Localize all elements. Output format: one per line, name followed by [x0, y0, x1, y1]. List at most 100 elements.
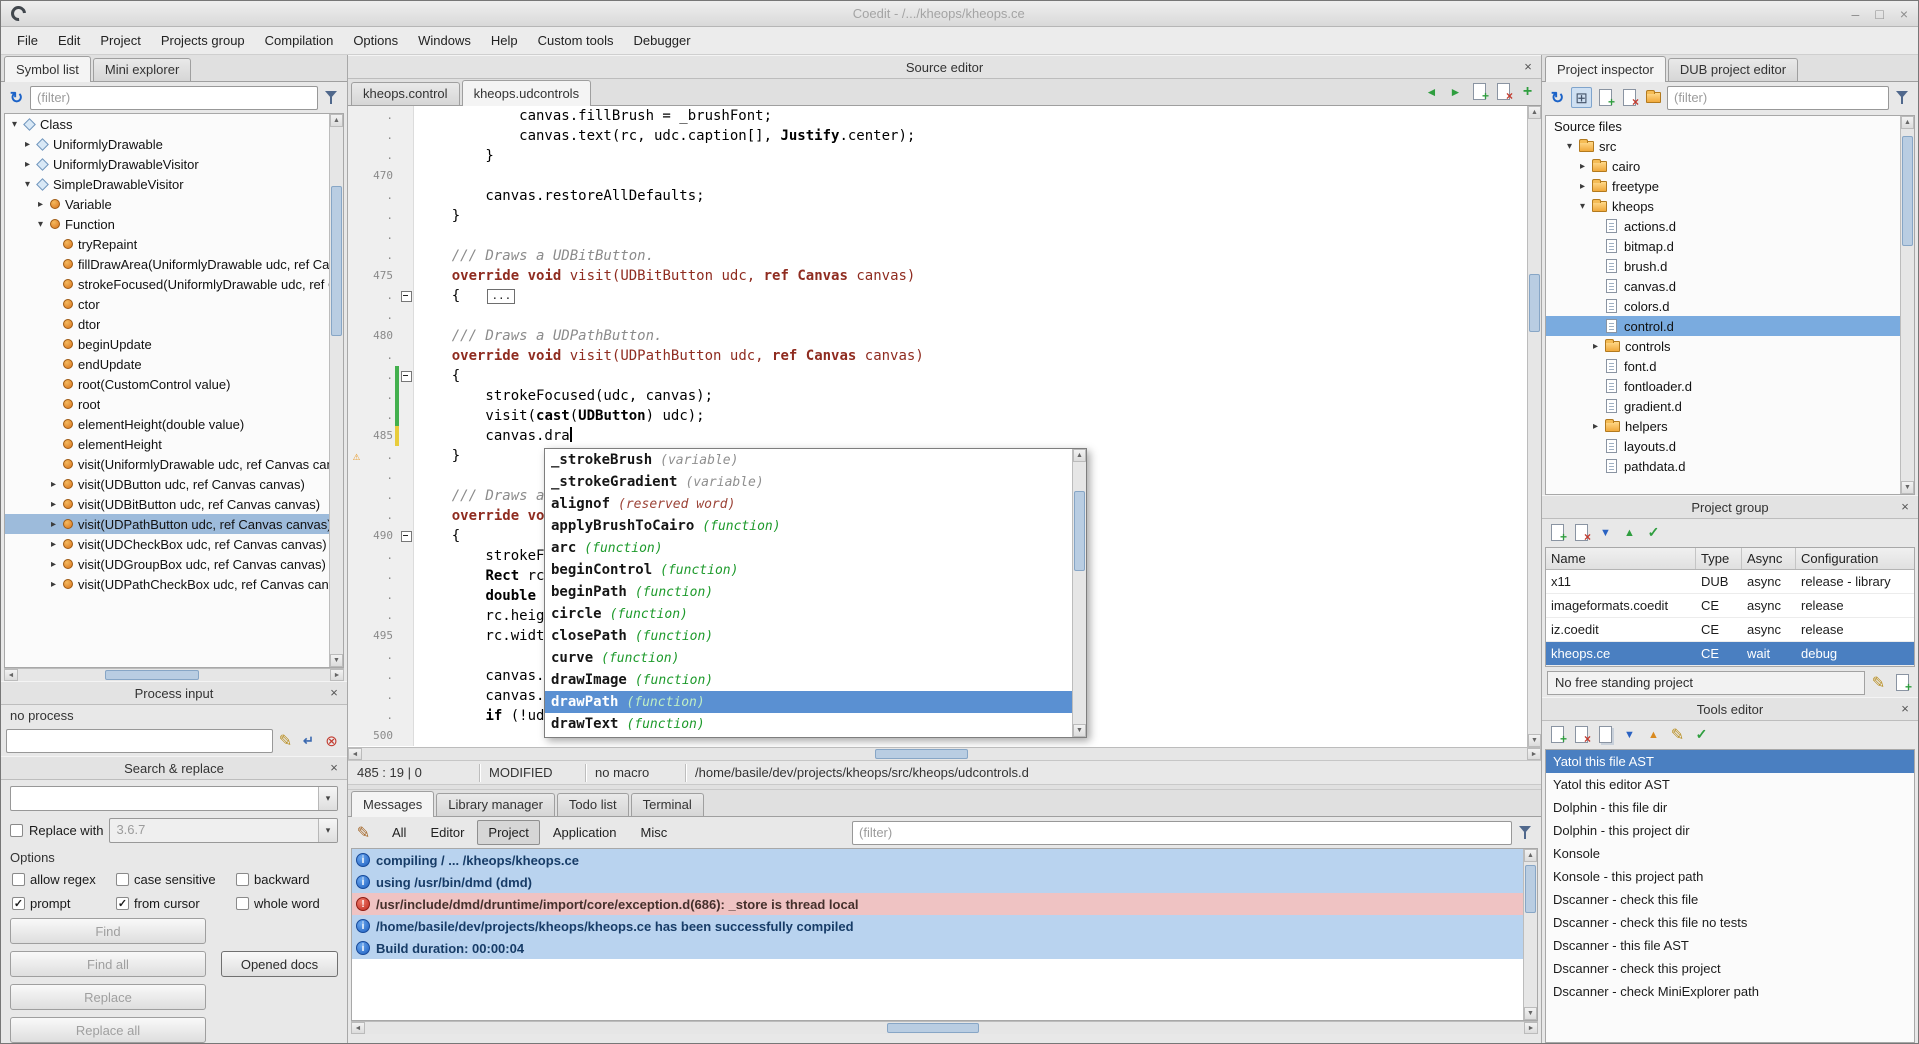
tab-messages[interactable]: Messages — [351, 791, 434, 817]
completion-item-closepath[interactable]: closePath(function) — [545, 625, 1072, 647]
folder-icon[interactable] — [1643, 87, 1664, 108]
go-back-icon[interactable] — [1421, 81, 1442, 102]
symbol-item-elementheight[interactable]: elementHeight — [5, 434, 329, 454]
refresh-project-icon[interactable] — [1547, 87, 1568, 108]
file-item-canvas-d[interactable]: canvas.d — [1546, 276, 1900, 296]
remove-file-icon[interactable] — [1619, 87, 1640, 108]
scroll-right-icon[interactable] — [1524, 1022, 1538, 1034]
file-item-gradient-d[interactable]: gradient.d — [1546, 396, 1900, 416]
scroll-right-icon[interactable] — [330, 669, 344, 681]
edit-tool-icon[interactable] — [1667, 724, 1688, 745]
tab-terminal[interactable]: Terminal — [631, 793, 704, 816]
completion-item-begincontrol[interactable]: beginControl(function) — [545, 559, 1072, 581]
project-row-kheops-ce[interactable]: kheops.ceCEwaitdebug — [1546, 642, 1914, 666]
file-item-bitmap-d[interactable]: bitmap.d — [1546, 236, 1900, 256]
code-line[interactable]: . — [348, 226, 1526, 246]
file-item-src[interactable]: src — [1546, 136, 1900, 156]
scroll-down-icon[interactable] — [1073, 724, 1086, 737]
message-row[interactable]: /usr/include/dmd/druntime/import/core/ex… — [352, 893, 1523, 915]
scroll-track[interactable] — [365, 1022, 1524, 1034]
code-line[interactable]: . — [348, 306, 1526, 326]
edit-project-icon[interactable] — [1868, 672, 1889, 693]
symbol-item-visit-udpathcheckbox-udc[interactable]: visit(UDPathCheckBox udc, ref Canvas can… — [5, 574, 329, 594]
scroll-down-icon[interactable] — [1528, 734, 1541, 747]
expand-arrow-icon[interactable] — [47, 479, 60, 490]
tool-item-yatol-this-file-ast[interactable]: Yatol this file AST — [1546, 750, 1914, 773]
code-line[interactable]: . visit(cast(UDButton) udc); — [348, 406, 1526, 426]
menu-item-debugger[interactable]: Debugger — [624, 28, 701, 53]
scroll-up-icon[interactable] — [1073, 449, 1086, 462]
checkbox-backward[interactable] — [236, 873, 249, 886]
symbol-item-tryrepaint[interactable]: tryRepaint — [5, 234, 329, 254]
tool-item-konsole[interactable]: Konsole — [1546, 842, 1914, 865]
message-row[interactable]: Build duration: 00:00:04 — [352, 937, 1523, 959]
find-button[interactable]: Find — [10, 918, 206, 944]
collapse-arrow-icon[interactable] — [34, 219, 47, 230]
column-type[interactable]: Type — [1696, 548, 1742, 569]
expand-arrow-icon[interactable] — [1576, 161, 1589, 172]
code-line[interactable]: 485 canvas.dra — [348, 426, 1526, 446]
project-row-imageformats-coedit[interactable]: imageformats.coeditCEasyncrelease — [1546, 594, 1914, 618]
scroll-up-icon[interactable] — [1901, 116, 1914, 129]
scroll-down-icon[interactable] — [330, 654, 343, 667]
symbol-item-uniformlydrawablevisitor[interactable]: UniformlyDrawableVisitor — [5, 154, 329, 174]
tool-item-yatol-this-editor-ast[interactable]: Yatol this editor AST — [1546, 773, 1914, 796]
scroll-thumb[interactable] — [1902, 136, 1913, 246]
scroll-thumb[interactable] — [887, 1023, 980, 1033]
close-icon[interactable] — [1900, 6, 1908, 22]
tab-project-inspector[interactable]: Project inspector — [1545, 56, 1666, 82]
symbol-item-endupdate[interactable]: endUpdate — [5, 354, 329, 374]
file-item-colors-d[interactable]: colors.d — [1546, 296, 1900, 316]
column-name[interactable]: Name — [1546, 548, 1696, 569]
symbol-item-ctor[interactable]: ctor — [5, 294, 329, 314]
file-item-layouts-d[interactable]: layouts.d — [1546, 436, 1900, 456]
symbol-item-elementheight-double-value[interactable]: elementHeight(double value) — [5, 414, 329, 434]
code-line[interactable]: 470 — [348, 166, 1526, 186]
scroll-track[interactable] — [362, 748, 1527, 760]
find-all-button[interactable]: Find all — [10, 951, 206, 977]
tool-item-dscanner-check-this-project[interactable]: Dscanner - check this project — [1546, 957, 1914, 980]
messages-filter-icon[interactable] — [1515, 822, 1536, 843]
collapse-arrow-icon[interactable] — [8, 119, 21, 130]
checkbox-allow-regex[interactable] — [12, 873, 25, 886]
opened-docs-button[interactable]: Opened docs — [221, 951, 338, 977]
option-prompt[interactable]: prompt — [12, 896, 116, 911]
completion-item-drawtext[interactable]: drawText(function) — [545, 713, 1072, 735]
symbol-item-uniformlydrawable[interactable]: UniformlyDrawable — [5, 134, 329, 154]
project-row-x11[interactable]: x11DUBasyncrelease - library — [1546, 570, 1914, 594]
filter-application[interactable]: Application — [542, 820, 628, 845]
filter-editor[interactable]: Editor — [419, 820, 475, 845]
process-input-field[interactable] — [6, 729, 273, 753]
menu-item-file[interactable]: File — [7, 28, 48, 53]
close-tools-editor-icon[interactable] — [1897, 702, 1913, 718]
symbol-item-strokefocused-uniformlydra[interactable]: strokeFocused(UniformlyDrawable udc, ref… — [5, 274, 329, 294]
symbol-item-beginupdate[interactable]: beginUpdate — [5, 334, 329, 354]
scroll-left-icon[interactable] — [351, 1022, 365, 1034]
menu-item-custom-tools[interactable]: Custom tools — [528, 28, 624, 53]
scroll-down-icon[interactable] — [1524, 1007, 1537, 1020]
expand-arrow-icon[interactable] — [21, 139, 34, 150]
symbol-item-class[interactable]: Class — [5, 114, 329, 134]
menu-item-projects-group[interactable]: Projects group — [151, 28, 255, 53]
symbol-item-visit-udpathbutton-udc-re[interactable]: visit(UDPathButton udc, ref Canvas canva… — [5, 514, 329, 534]
chevron-down-icon[interactable] — [318, 787, 337, 810]
code-line[interactable]: . } — [348, 146, 1526, 166]
file-item-fontloader-d[interactable]: fontloader.d — [1546, 376, 1900, 396]
completion-item-circle[interactable]: circle(function) — [545, 603, 1072, 625]
run-tool-icon[interactable] — [1691, 724, 1712, 745]
message-row[interactable]: using /usr/bin/dmd (dmd) — [352, 871, 1523, 893]
add-file-icon[interactable] — [1595, 87, 1616, 108]
close-project-group-icon[interactable] — [1897, 500, 1913, 516]
tool-item-dscanner-this-file-ast[interactable]: Dscanner - this file AST — [1546, 934, 1914, 957]
completion-item-strokebrush[interactable]: _strokeBrush(variable) — [545, 449, 1072, 471]
menu-item-help[interactable]: Help — [481, 28, 528, 53]
scroll-down-icon[interactable] — [1901, 481, 1914, 494]
fold-icon[interactable] — [399, 366, 413, 386]
tool-item-dolphin-this-project-dir[interactable]: Dolphin - this project dir — [1546, 819, 1914, 842]
scroll-thumb[interactable] — [875, 749, 968, 759]
async-mode-icon[interactable] — [1643, 522, 1664, 543]
scroll-up-icon[interactable] — [1528, 106, 1541, 119]
expand-arrow-icon[interactable] — [47, 499, 60, 510]
new-free-project-icon[interactable] — [1892, 672, 1913, 693]
close-search-icon[interactable] — [326, 761, 342, 777]
